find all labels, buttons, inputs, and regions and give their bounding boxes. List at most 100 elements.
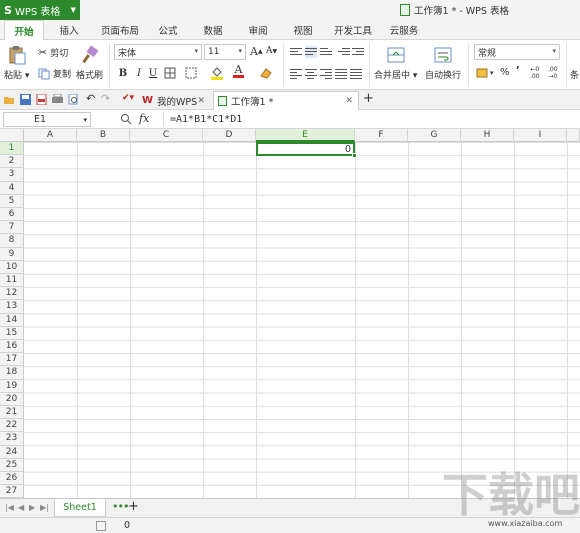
doc-tab-my-wps[interactable]: W 我的WPS ✕: [138, 91, 210, 110]
row-header[interactable]: 12: [0, 287, 24, 301]
row-header[interactable]: 11: [0, 274, 24, 288]
column-header-a[interactable]: A: [24, 129, 77, 142]
row-header[interactable]: 19: [0, 379, 24, 393]
formula-input[interactable]: =A1*B1*C1*D1: [163, 112, 578, 127]
italic-button[interactable]: I: [132, 66, 146, 80]
column-header-f[interactable]: F: [355, 129, 408, 142]
close-icon[interactable]: ✕: [345, 96, 353, 106]
first-sheet-icon[interactable]: |◀: [5, 503, 14, 512]
tab-formulas[interactable]: 公式: [152, 20, 184, 40]
column-header-j[interactable]: [567, 129, 580, 142]
customize-dropdown-icon[interactable]: ✔▾: [122, 93, 134, 104]
row-header[interactable]: 8: [0, 234, 24, 248]
number-format-select[interactable]: 常规 ▾: [474, 44, 560, 60]
row-header[interactable]: 4: [0, 181, 24, 195]
decrease-decimal-button[interactable]: .00 →0: [548, 66, 558, 80]
insert-function-button[interactable]: fx: [139, 112, 149, 125]
align-middle-icon[interactable]: [305, 46, 317, 58]
tab-insert[interactable]: 插入: [50, 20, 88, 40]
tab-data[interactable]: 数据: [197, 20, 229, 40]
justify-icon[interactable]: [335, 67, 347, 79]
row-header[interactable]: 22: [0, 419, 24, 433]
row-header[interactable]: 14: [0, 313, 24, 327]
app-menu-button[interactable]: S WPS 表格 ▼: [0, 0, 80, 20]
row-header[interactable]: 16: [0, 340, 24, 354]
clear-format-button[interactable]: [259, 66, 273, 80]
name-box[interactable]: E1 ▾: [3, 112, 91, 127]
export-pdf-icon[interactable]: [36, 94, 47, 105]
doc-tab-workbook[interactable]: 工作簿1 * ✕: [213, 91, 359, 110]
row-header[interactable]: 18: [0, 366, 24, 380]
new-tab-button[interactable]: +: [363, 91, 374, 106]
column-header-b[interactable]: B: [77, 129, 130, 142]
undo-icon[interactable]: ↶: [86, 92, 97, 105]
tab-home[interactable]: 开始: [4, 20, 44, 41]
column-header-i[interactable]: I: [514, 129, 567, 142]
tab-developer[interactable]: 开发工具: [330, 20, 376, 40]
merge-center-button[interactable]: 合并居中 ▾: [374, 45, 417, 81]
align-center-icon[interactable]: [305, 67, 317, 79]
indent-icon[interactable]: [338, 46, 350, 58]
row-header[interactable]: 26: [0, 472, 24, 486]
open-folder-icon[interactable]: [4, 94, 15, 105]
cell-area[interactable]: [24, 142, 580, 498]
row-header[interactable]: 3: [0, 168, 24, 182]
font-name-select[interactable]: 宋体 ▾: [114, 44, 202, 60]
outdent-icon[interactable]: [352, 46, 364, 58]
conditional-format-button[interactable]: 条: [570, 68, 579, 81]
column-header-h[interactable]: H: [461, 129, 514, 142]
row-header[interactable]: 10: [0, 260, 24, 274]
redo-icon[interactable]: ↷: [101, 92, 112, 105]
row-header[interactable]: 6: [0, 208, 24, 222]
increase-decimal-button[interactable]: ←0.00: [530, 66, 540, 80]
cut-button[interactable]: ✂ 剪切: [38, 46, 68, 59]
tab-review[interactable]: 审阅: [242, 20, 274, 40]
font-color-button[interactable]: A: [233, 64, 244, 78]
percent-button[interactable]: %: [500, 67, 510, 78]
row-header[interactable]: 1: [0, 142, 24, 156]
row-header[interactable]: 13: [0, 300, 24, 314]
font-size-select[interactable]: 11 ▾: [204, 44, 246, 60]
row-header[interactable]: 21: [0, 406, 24, 420]
copy-button[interactable]: 复制: [38, 67, 71, 80]
format-painter-button[interactable]: 格式刷: [76, 45, 103, 81]
tab-page-layout[interactable]: 页面布局: [96, 20, 144, 40]
row-header[interactable]: 7: [0, 221, 24, 235]
paste-button[interactable]: 粘贴 ▾: [4, 45, 29, 81]
distributed-icon[interactable]: [350, 67, 362, 79]
sheet-tab-sheet1[interactable]: Sheet1: [54, 499, 106, 517]
active-cell[interactable]: 0: [256, 142, 355, 156]
underline-button[interactable]: U: [146, 66, 160, 80]
zoom-icon[interactable]: [120, 113, 132, 125]
align-left-icon[interactable]: [290, 67, 302, 79]
spreadsheet-grid[interactable]: A B C D E F G H I 1 2 3 4 5 6 7 8 9 10 11 12 13 14 15 1…: [0, 129, 580, 498]
next-sheet-icon[interactable]: ▶: [29, 503, 35, 512]
align-top-icon[interactable]: [290, 46, 302, 58]
save-icon[interactable]: [20, 94, 31, 105]
row-header[interactable]: 9: [0, 247, 24, 261]
row-header[interactable]: 2: [0, 155, 24, 169]
column-header-d[interactable]: D: [203, 129, 256, 142]
row-header[interactable]: 24: [0, 445, 24, 459]
fill-color-button[interactable]: [210, 66, 224, 80]
bold-button[interactable]: B: [116, 66, 130, 80]
column-header-c[interactable]: C: [130, 129, 203, 142]
prev-sheet-icon[interactable]: ◀: [18, 503, 24, 512]
tab-view[interactable]: 视图: [287, 20, 319, 40]
row-header[interactable]: 27: [0, 485, 24, 498]
row-header[interactable]: 25: [0, 458, 24, 472]
more-sheets-button[interactable]: •••: [112, 500, 129, 513]
row-header[interactable]: 5: [0, 194, 24, 208]
fill-handle[interactable]: [352, 153, 357, 158]
row-header[interactable]: 17: [0, 353, 24, 367]
row-header[interactable]: 20: [0, 392, 24, 406]
print-icon[interactable]: [52, 94, 63, 105]
column-header-e[interactable]: E: [256, 129, 355, 142]
last-sheet-icon[interactable]: ▶|: [40, 503, 49, 512]
align-bottom-icon[interactable]: [320, 46, 332, 58]
align-right-icon[interactable]: [320, 67, 332, 79]
close-icon[interactable]: ✕: [197, 96, 205, 106]
row-header[interactable]: 15: [0, 326, 24, 340]
grow-font-button[interactable]: A ▲: [250, 45, 263, 58]
row-header[interactable]: 23: [0, 432, 24, 446]
